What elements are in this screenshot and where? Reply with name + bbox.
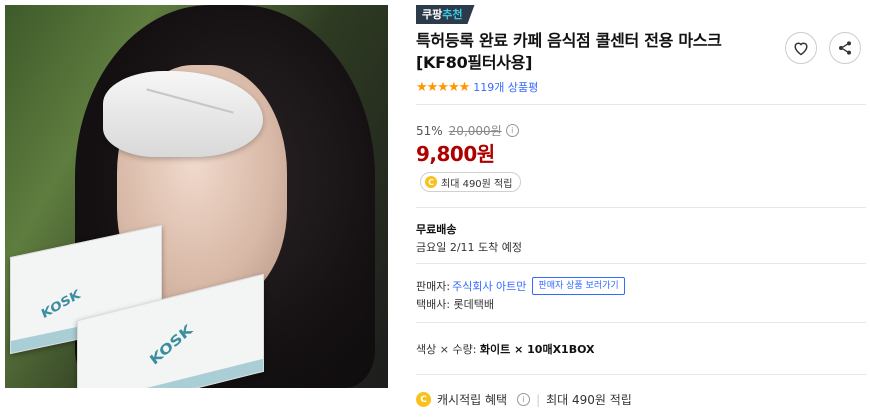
reward-text: 최대 490원 적립 [441, 178, 513, 190]
product-image[interactable]: KOSK KOSK [5, 5, 388, 388]
divider [416, 374, 866, 375]
info-icon[interactable]: i [517, 393, 531, 406]
wishlist-button[interactable] [785, 32, 817, 64]
discount-rate: 51% [416, 123, 443, 138]
share-icon [839, 41, 851, 55]
rating: ★★★★★ 119개 상품평 [416, 79, 538, 95]
coupang-recommend-badge: 쿠팡추천 [416, 5, 475, 24]
reward-badge: C 최대 490원 적립 [420, 172, 522, 192]
sale-price: 9,800원 [416, 142, 495, 166]
info-icon[interactable]: i [505, 124, 519, 137]
review-count-link[interactable]: 119개 상품평 [473, 79, 538, 95]
option-value: 화이트 × 10매X1BOX [479, 343, 595, 356]
rating-stars: ★★★★★ [416, 79, 470, 95]
badge-prefix: 쿠팡 [422, 8, 443, 21]
option-selection: 색상 × 수량: 화이트 × 10매X1BOX [416, 341, 595, 357]
seller-label: 판매자: [416, 280, 451, 293]
courier: 택배사: 롯데택배 [416, 298, 495, 311]
badge-suffix: 추천 [442, 8, 463, 21]
product-title: 특허등록 완료 카페 음식점 콜센터 전용 마스크 [KF80필터사용] [416, 31, 722, 72]
seller-row: 판매자: 주식회사 아트만 판매자 상품 보러가기 [416, 277, 625, 295]
coin-icon: C [416, 392, 431, 407]
heart-icon [794, 42, 808, 56]
seller-name-link[interactable]: 주식회사 아트만 [452, 278, 526, 294]
shipping-label: 무료배송 [416, 223, 457, 236]
seller-products-button[interactable]: 판매자 상품 보러가기 [532, 277, 625, 295]
cash-max: 최대 490원 적립 [546, 393, 632, 407]
divider [416, 104, 866, 105]
divider [416, 207, 866, 208]
cash-reward-row: C 캐시적립 혜택 i | 최대 490원 적립 [416, 391, 632, 408]
original-price: 20,000원 [448, 124, 502, 138]
divider [416, 263, 866, 264]
option-label: 색상 × 수량: [416, 343, 477, 356]
box-brand: KOSK [39, 287, 83, 323]
separator: | [536, 392, 541, 407]
coin-icon: C [425, 176, 437, 188]
cash-label: 캐시적립 혜택 [437, 393, 508, 407]
box-brand: KOSK [146, 321, 196, 369]
discount-row: 51% 20,000원 i [416, 122, 519, 139]
divider [416, 322, 866, 323]
share-button[interactable] [829, 32, 861, 64]
arrival-date: 금요일 2/11 도착 예정 [416, 241, 523, 254]
